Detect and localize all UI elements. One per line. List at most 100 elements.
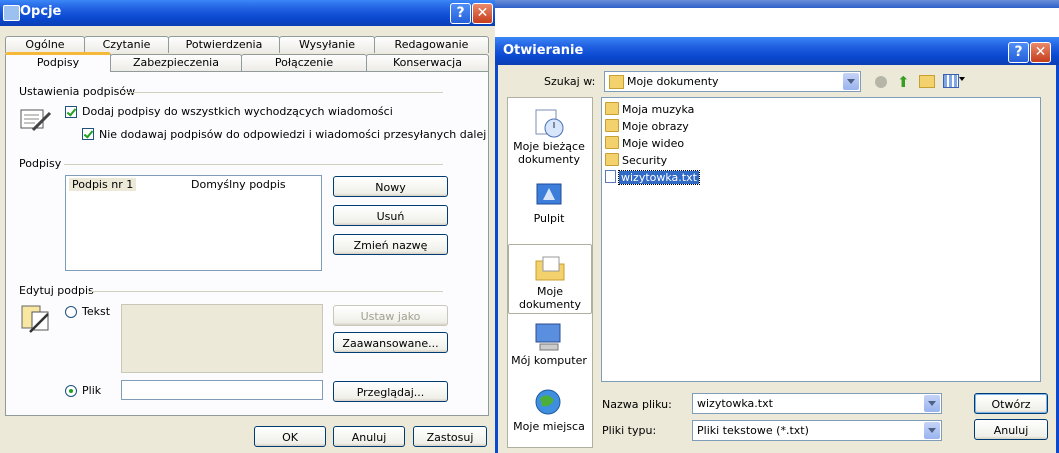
delete-signature-button[interactable]: Usuń xyxy=(333,205,448,226)
edit-signature-icon xyxy=(21,305,49,333)
signature-row-name[interactable]: Podpis nr 1 xyxy=(69,178,137,191)
file-name: Moje obrazy xyxy=(622,120,689,133)
place-my-documents[interactable]: Moje dokumenty xyxy=(508,244,592,314)
edit-signature-label: Edytuj podpis xyxy=(19,284,94,297)
open-titlebar[interactable]: Otwieranie ? ✕ xyxy=(495,37,1059,65)
outlook-icon xyxy=(3,5,20,21)
ok-button[interactable]: OK xyxy=(254,426,326,447)
file-item-wizytowka[interactable]: wizytowka.txt xyxy=(605,170,700,186)
signatures-list[interactable]: Podpis nr 1 Domyślny podpis xyxy=(65,175,322,271)
place-label: Moje dokumenty xyxy=(519,285,581,311)
chevron-down-icon[interactable] xyxy=(924,395,940,412)
file-item-pictures[interactable]: Moje obrazy xyxy=(605,119,689,135)
place-label: Moje bieżące dokumenty xyxy=(513,140,585,166)
add-signatures-checkbox[interactable] xyxy=(65,106,77,118)
text-file-icon xyxy=(605,170,616,183)
filename-label: Nazwa pliku: xyxy=(602,398,672,411)
desktop-icon xyxy=(536,183,562,205)
view-menu-icon[interactable] xyxy=(943,74,959,88)
filetype-value: Pliki tekstowe (*.txt) xyxy=(697,424,809,437)
file-name: Moje wideo xyxy=(622,137,685,150)
close-button[interactable]: ✕ xyxy=(1030,42,1051,63)
cancel-button[interactable]: Anuluj xyxy=(333,426,405,447)
tab-podpisy[interactable]: Podpisy xyxy=(5,52,111,72)
tab-zabezpieczenia[interactable]: Zabezpieczenia xyxy=(110,54,242,71)
file-item-video[interactable]: Moje wideo xyxy=(605,136,684,152)
place-label: Mój komputer xyxy=(511,354,587,367)
help-button[interactable]: ? xyxy=(450,3,471,24)
tab-redagowanie[interactable]: Redagowanie xyxy=(374,36,489,53)
file-name: Security xyxy=(622,154,668,167)
file-radio[interactable] xyxy=(65,385,77,397)
filename-value: wizytowka.txt xyxy=(697,397,773,410)
opcje-titlebar[interactable]: Opcje ? ✕ xyxy=(0,0,495,26)
chevron-down-icon[interactable] xyxy=(924,422,940,439)
look-in-value: Moje dokumenty xyxy=(627,75,719,88)
filetype-select[interactable]: Pliki tekstowe (*.txt) xyxy=(692,420,942,441)
close-button[interactable]: ✕ xyxy=(472,3,493,24)
place-desktop[interactable]: Pulpit xyxy=(508,180,590,230)
no-reply-signatures-checkbox[interactable] xyxy=(82,128,94,140)
signature-row-default: Domyślny podpis xyxy=(191,178,286,191)
divider xyxy=(124,92,443,93)
file-list[interactable]: Moja muzyka Moje obrazy Moje wideo Secur… xyxy=(601,97,1041,382)
my-documents-folder-icon xyxy=(535,256,565,281)
file-path-input[interactable] xyxy=(121,380,323,400)
video-folder-icon xyxy=(605,136,619,149)
open-button[interactable]: Otwórz xyxy=(974,393,1048,414)
file-name-selected: wizytowka.txt xyxy=(618,170,700,185)
signature-pen-icon xyxy=(20,109,52,132)
place-recent-documents[interactable]: Moje bieżące dokumenty xyxy=(508,106,590,166)
chevron-down-icon[interactable] xyxy=(843,73,859,90)
place-label: Pulpit xyxy=(533,212,565,225)
open-dialog: Otwieranie ? ✕ Szukaj w: Moje dokumenty … xyxy=(495,37,1059,453)
divider xyxy=(89,291,443,292)
up-folder-icon[interactable]: ⬆ xyxy=(897,73,910,91)
signature-text-area[interactable] xyxy=(121,304,323,373)
place-label: Moje miejsca xyxy=(513,420,585,433)
help-button[interactable]: ? xyxy=(1008,42,1029,63)
tab-konserwacja[interactable]: Konserwacja xyxy=(366,54,489,71)
signature-settings-label: Ustawienia podpisów xyxy=(19,85,136,98)
text-radio-label: Tekst xyxy=(82,305,111,318)
background-window-border xyxy=(495,0,1059,8)
divider xyxy=(64,164,443,165)
advanced-button[interactable]: Zaawansowane... xyxy=(333,332,448,353)
file-item-music[interactable]: Moja muzyka xyxy=(605,102,694,118)
open-cancel-button[interactable]: Anuluj xyxy=(974,419,1048,440)
look-in-combo[interactable]: Moje dokumenty xyxy=(604,71,861,92)
signatures-label: Podpisy xyxy=(19,157,62,170)
back-icon[interactable] xyxy=(875,76,887,88)
tab-potwierdzenia[interactable]: Potwierdzenia xyxy=(168,36,280,53)
music-folder-icon xyxy=(605,102,619,115)
text-radio[interactable] xyxy=(65,306,77,318)
my-computer-icon xyxy=(535,323,561,351)
folder-icon xyxy=(605,153,619,166)
open-title: Otwieranie xyxy=(503,43,584,58)
opcje-title: Opcje xyxy=(20,4,62,19)
chevron-down-icon[interactable] xyxy=(959,77,965,81)
tab-polaczenie[interactable]: Połączenie xyxy=(241,54,367,71)
tab-czytanie[interactable]: Czytanie xyxy=(84,36,169,53)
recent-documents-icon xyxy=(535,109,564,138)
my-documents-icon xyxy=(609,75,624,89)
browse-button[interactable]: Przeglądaj... xyxy=(333,381,448,402)
place-network[interactable]: Moje miejsca xyxy=(508,386,590,446)
new-folder-icon[interactable] xyxy=(919,75,935,88)
network-places-icon xyxy=(535,389,561,415)
apply-button[interactable]: Zastosuj xyxy=(413,426,487,447)
file-item-security[interactable]: Security xyxy=(605,153,667,169)
add-signatures-label: Dodaj podpisy do wszystkich wychodzących… xyxy=(82,105,393,118)
rename-signature-button[interactable]: Zmień nazwę xyxy=(333,234,448,255)
opcje-window: Opcje ? ✕ Ogólne Czytanie Potwierdzenia … xyxy=(0,0,495,453)
file-radio-label: Plik xyxy=(82,384,102,397)
tab-ogolne[interactable]: Ogólne xyxy=(5,36,85,53)
look-in-label: Szukaj w: xyxy=(544,75,596,88)
place-my-computer[interactable]: Mój komputer xyxy=(508,320,590,380)
set-default-button[interactable]: Ustaw jako domyślny xyxy=(333,305,448,344)
no-reply-signatures-label: Nie dodawaj podpisów do odpowiedzi i wia… xyxy=(99,128,487,141)
tab-wysylanie[interactable]: Wysyłanie xyxy=(279,36,375,53)
new-signature-button[interactable]: Nowy xyxy=(333,176,448,197)
file-name: Moja muzyka xyxy=(622,103,695,116)
filename-input[interactable]: wizytowka.txt xyxy=(692,393,942,414)
